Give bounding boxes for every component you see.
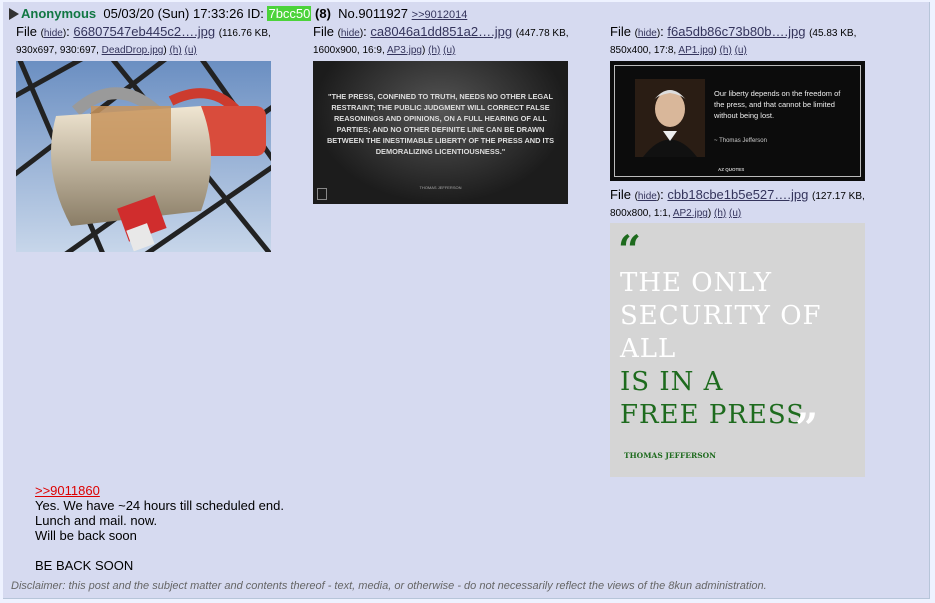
body-line: Will be back soon xyxy=(35,528,137,543)
hide-link[interactable]: hide xyxy=(341,28,360,39)
post-intro: Anonymous 05/03/20 (Sun) 17:33:26 ID: 7b… xyxy=(9,6,467,21)
file-label: File xyxy=(313,24,334,39)
reply-count: (8) xyxy=(315,6,331,21)
poster-id[interactable]: 7bcc50 xyxy=(267,6,312,21)
poster-id-label: ID: xyxy=(247,6,264,21)
poster-name: Anonymous xyxy=(21,6,97,21)
file-dims: 850x400, 17:8, xyxy=(610,45,677,56)
file-meta: (45.83 KB, xyxy=(809,28,857,39)
file-dims: 800x800, 1:1, xyxy=(610,208,671,219)
thumbnail-free-press-quote[interactable]: “ THE ONLY SECURITY OF ALL IS IN A FREE … xyxy=(610,223,865,477)
body-line: Lunch and mail. now. xyxy=(35,513,158,528)
quote-line-1: THE ONLY xyxy=(620,268,773,298)
hide-link[interactable]: hide xyxy=(44,28,63,39)
file-name-link[interactable]: ca8046a1dd851a2….jpg xyxy=(370,24,512,39)
h-link[interactable]: (h) xyxy=(720,45,732,56)
quote-text: "THE PRESS, CONFINED TO TRUTH, NEEDS NO … xyxy=(326,92,555,156)
file-meta: (447.78 KB, xyxy=(515,28,569,39)
orig-name-link[interactable]: AP3.jpg xyxy=(387,45,422,56)
close-quote-icon: ” xyxy=(795,405,819,452)
orig-name-link[interactable]: AP2.jpg xyxy=(673,208,708,219)
file-info-3: File (hide): f6a5db86c73b80b….jpg (45.83… xyxy=(610,24,857,56)
file-dims: 930x697, 930:697, xyxy=(16,45,99,56)
file-label: File xyxy=(610,187,631,202)
body-line: Yes. We have ~24 hours till scheduled en… xyxy=(35,498,284,513)
file-info-4: File (hide): cbb18cbe1b5e527….jpg (127.1… xyxy=(610,187,865,219)
thumbnail-padlock-usb[interactable] xyxy=(16,61,271,252)
file-dims: 1600x900, 16:9, xyxy=(313,45,385,56)
hide-link[interactable]: hide xyxy=(638,28,657,39)
h-link[interactable]: (h) xyxy=(169,45,181,56)
h-link[interactable]: (h) xyxy=(428,45,440,56)
file-name-link[interactable]: 66807547eb445c2….jpg xyxy=(73,24,215,39)
body-line: BE BACK SOON xyxy=(35,558,134,573)
collapse-arrow-icon[interactable] xyxy=(9,8,19,20)
brand-mark: AZ QUOTES xyxy=(718,167,745,172)
u-link[interactable]: (u) xyxy=(729,208,741,219)
thumbnail-liberty-quote[interactable]: Our liberty depends on the freedom of th… xyxy=(610,61,865,181)
quote-author: THOMAS JEFFERSON xyxy=(419,185,462,190)
quote-white-lines: THE ONLY SECURITY OF ALL xyxy=(620,267,822,366)
orig-name-link[interactable]: AP1.jpg xyxy=(678,45,713,56)
post-body: >>9011860 Yes. We have ~24 hours till sc… xyxy=(35,483,284,573)
h-link[interactable]: (h) xyxy=(714,208,726,219)
file-info-2: File (hide): ca8046a1dd851a2….jpg (447.7… xyxy=(313,24,569,56)
file-info-1: File (hide): 66807547eb445c2….jpg (116.7… xyxy=(16,24,271,56)
quote-line-3: ALL xyxy=(620,334,677,364)
post-date: 05/03/20 (Sun) 17:33:26 xyxy=(103,6,244,21)
file-label: File xyxy=(16,24,37,39)
quote-reply-link[interactable]: >>9011860 xyxy=(35,483,100,498)
disclaimer: Disclaimer: this post and the subject ma… xyxy=(11,580,767,592)
quote-line-5: FREE PRESS xyxy=(620,400,806,430)
quote-line-4: IS IN A xyxy=(620,367,724,397)
quote-line-2: SECURITY OF xyxy=(620,301,822,331)
file-name-link[interactable]: cbb18cbe1b5e527….jpg xyxy=(667,187,808,202)
u-link[interactable]: (u) xyxy=(443,45,455,56)
quote-author: ~ Thomas Jefferson xyxy=(714,138,767,144)
file-meta: (116.76 KB, xyxy=(218,28,271,39)
hide-link[interactable]: hide xyxy=(638,191,657,202)
quote-text: Our liberty depends on the freedom of th… xyxy=(714,89,841,120)
file-name-link[interactable]: f6a5db86c73b80b….jpg xyxy=(667,24,805,39)
file-meta: (127.17 KB, xyxy=(811,191,865,202)
post-number[interactable]: No.9011927 xyxy=(338,6,408,21)
backlink[interactable]: >>9012014 xyxy=(412,9,468,21)
logo-icon xyxy=(317,188,327,200)
open-quote-icon: “ xyxy=(618,227,642,274)
file-label: File xyxy=(610,24,631,39)
orig-name-link[interactable]: DeadDrop.jpg xyxy=(102,45,164,56)
jefferson-portrait-icon xyxy=(635,79,705,157)
quote-author: THOMAS JEFFERSON xyxy=(624,451,717,460)
quote-green-lines: IS IN A FREE PRESS xyxy=(620,366,805,432)
thumbnail-press-quote[interactable]: "THE PRESS, CONFINED TO TRUTH, NEEDS NO … xyxy=(313,61,568,204)
u-link[interactable]: (u) xyxy=(184,45,196,56)
u-link[interactable]: (u) xyxy=(735,45,747,56)
post: Anonymous 05/03/20 (Sun) 17:33:26 ID: 7b… xyxy=(3,2,930,599)
